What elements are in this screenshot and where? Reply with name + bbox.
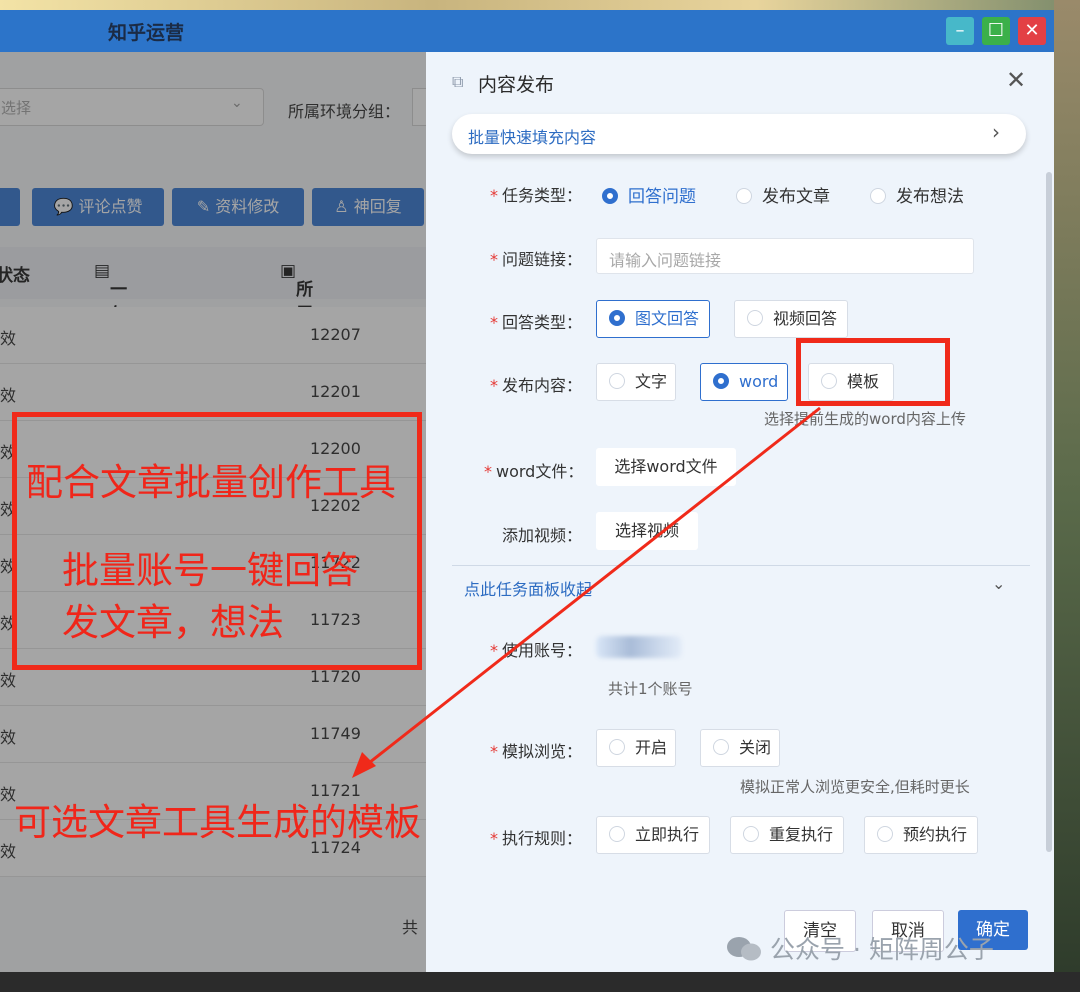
watermark-text: 公众号 · 矩阵周公子 [770, 935, 994, 964]
watermark: 公众号 · 矩阵周公子 [726, 930, 994, 966]
wechat-icon [727, 937, 761, 961]
annotation-arrow [352, 406, 821, 778]
